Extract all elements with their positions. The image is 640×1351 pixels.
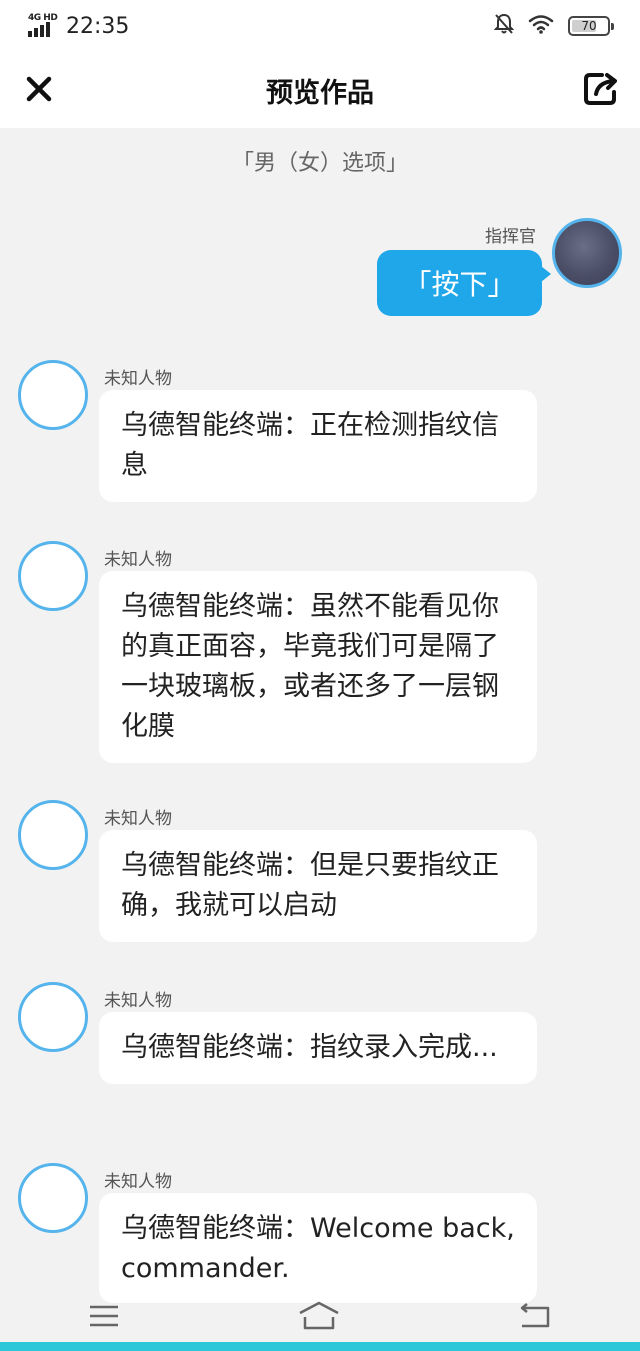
- status-right: 70: [493, 13, 614, 39]
- sender-name: 未知人物: [104, 369, 172, 389]
- mute-notification-icon: [493, 13, 515, 39]
- page-title: 预览作品: [266, 77, 374, 109]
- status-bar: 4G HD 22:35 70: [0, 0, 640, 52]
- section-title: 「男（女）选项」: [231, 151, 408, 176]
- share-icon[interactable]: [582, 70, 620, 108]
- avatar[interactable]: [18, 982, 88, 1052]
- battery-icon: 70: [568, 16, 614, 36]
- message-bubble: 乌德智能终端：正在检测指纹信息: [99, 390, 537, 502]
- sender-name: 未知人物: [104, 550, 172, 570]
- avatar[interactable]: [18, 1163, 88, 1233]
- self-message-text: 「按下」: [403, 268, 516, 301]
- title-bar: 预览作品: [0, 52, 640, 128]
- navigation-bar: [0, 1290, 640, 1342]
- message-bubble: 乌德智能终端：指纹录入完成...: [99, 1012, 537, 1084]
- avatar[interactable]: [18, 360, 88, 430]
- status-time: 22:35: [66, 13, 130, 39]
- menu-icon[interactable]: [88, 1303, 120, 1329]
- close-icon[interactable]: [22, 72, 56, 106]
- status-left: 4G HD 22:35: [28, 13, 129, 39]
- wifi-icon: [528, 14, 554, 38]
- message-bubble: 乌德智能终端：Welcome back, commander.: [99, 1193, 537, 1303]
- sender-name: 未知人物: [104, 809, 172, 829]
- self-name: 指挥官: [485, 227, 536, 247]
- self-avatar[interactable]: [552, 218, 622, 288]
- sender-name: 未知人物: [104, 1172, 172, 1192]
- message-bubble: 乌德智能终端：但是只要指纹正确，我就可以启动: [99, 830, 537, 942]
- avatar[interactable]: [18, 541, 88, 611]
- back-icon[interactable]: [518, 1302, 552, 1330]
- avatar[interactable]: [18, 800, 88, 870]
- message-bubble: 乌德智能终端：虽然不能看见你的真正面容，毕竟我们可是隔了一块玻璃板，或者还多了一…: [99, 571, 537, 763]
- self-message-bubble: 「按下」: [377, 250, 551, 316]
- signal-icon: 4G HD: [28, 13, 58, 39]
- battery-level: 70: [581, 19, 597, 33]
- bottom-accent-bar: [0, 1342, 640, 1351]
- sender-name: 未知人物: [104, 991, 172, 1011]
- home-icon[interactable]: [297, 1301, 341, 1331]
